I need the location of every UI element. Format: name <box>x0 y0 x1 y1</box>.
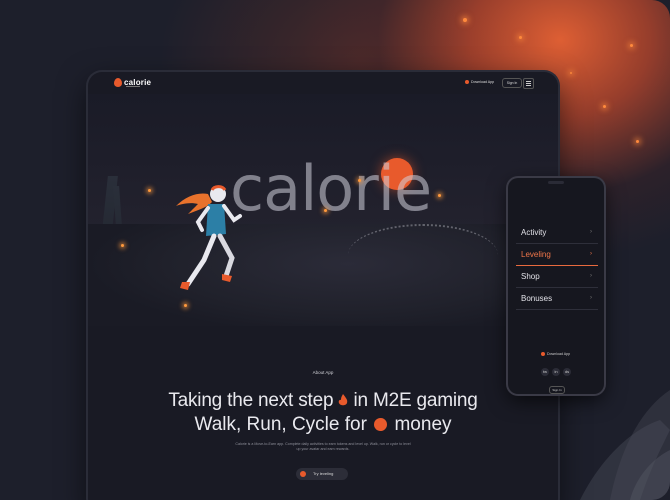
menu-item-label: Shop <box>521 272 540 281</box>
firefly <box>184 304 187 307</box>
play-icon <box>300 471 306 477</box>
headline-part: Walk, Run, Cycle for <box>194 414 367 435</box>
flame-icon <box>339 394 348 406</box>
running-path <box>348 224 498 286</box>
discord-icon[interactable]: ds <box>563 368 571 376</box>
hero-brand-word: calorie <box>230 152 432 225</box>
ember-spark <box>603 105 606 108</box>
download-icon <box>465 80 469 84</box>
firefly <box>438 194 441 197</box>
menu-item-activity[interactable]: Activity › <box>516 222 598 244</box>
phone-download-app-link[interactable]: Download App <box>541 352 570 356</box>
headline-part: money <box>394 414 452 435</box>
flame-icon <box>114 78 122 87</box>
headline-line-2: Walk, Run, Cycle for money <box>88 414 558 436</box>
ember-spark <box>463 18 467 22</box>
menu-item-bonuses[interactable]: Bonuses › <box>516 288 598 310</box>
chevron-right-icon: › <box>590 273 592 279</box>
menu-item-leveling[interactable]: Leveling › <box>516 244 598 266</box>
chevron-right-icon: › <box>590 295 592 301</box>
coin-icon <box>374 418 388 431</box>
firefly <box>148 189 151 192</box>
phone-notch <box>548 181 564 184</box>
download-app-label: Download App <box>471 80 495 84</box>
download-app-label: Download App <box>547 352 571 356</box>
about-description: Calorie is a Move-to-Earn app. Complete … <box>235 442 411 451</box>
about-app-label: About App <box>312 370 334 375</box>
showcase-background: calorie Download App Sign In calorie Abo… <box>0 0 670 500</box>
top-navbar: calorie Download App Sign In <box>88 72 558 94</box>
ember-spark <box>519 36 522 39</box>
try-leveling-button[interactable]: Try leveling <box>296 468 348 480</box>
firefly <box>121 244 124 247</box>
menu-item-label: Leveling <box>521 250 551 259</box>
logo-underline <box>126 86 140 87</box>
menu-item-label: Activity <box>521 228 547 237</box>
menu-item-label: Bonuses <box>521 294 553 303</box>
ember-spark <box>636 140 639 143</box>
twitter-icon[interactable]: tw <box>541 368 549 376</box>
download-app-link[interactable]: Download App <box>465 80 494 84</box>
firefly <box>324 209 327 212</box>
ember-spark <box>570 72 572 74</box>
sign-in-button[interactable]: Sign In <box>502 78 522 88</box>
phone-mockup: Activity › Leveling › Shop › Bonuses › D… <box>508 178 604 394</box>
hero-illustration: calorie <box>88 94 558 326</box>
menu-item-shop[interactable]: Shop › <box>516 266 598 288</box>
download-icon <box>541 352 545 356</box>
firefly <box>358 179 361 182</box>
runner-illustration <box>176 185 242 290</box>
linkedin-icon[interactable]: in <box>552 368 560 376</box>
mobile-nav-menu: Activity › Leveling › Shop › Bonuses › <box>516 222 598 310</box>
ember-spark <box>630 44 633 47</box>
headline-part: in M2E gaming <box>353 390 478 411</box>
headline-part: Taking the next step <box>168 390 334 411</box>
chevron-right-icon: › <box>590 229 592 235</box>
try-leveling-label: Try leveling <box>313 471 334 476</box>
headline-line-1: Taking the next step in M2E gaming <box>88 390 558 412</box>
chevron-right-icon: › <box>590 251 592 257</box>
phone-sign-in-button[interactable]: Sign In <box>549 386 565 394</box>
hamburger-menu-button[interactable] <box>523 78 534 89</box>
desktop-mockup: calorie Download App Sign In calorie Abo… <box>88 72 558 500</box>
